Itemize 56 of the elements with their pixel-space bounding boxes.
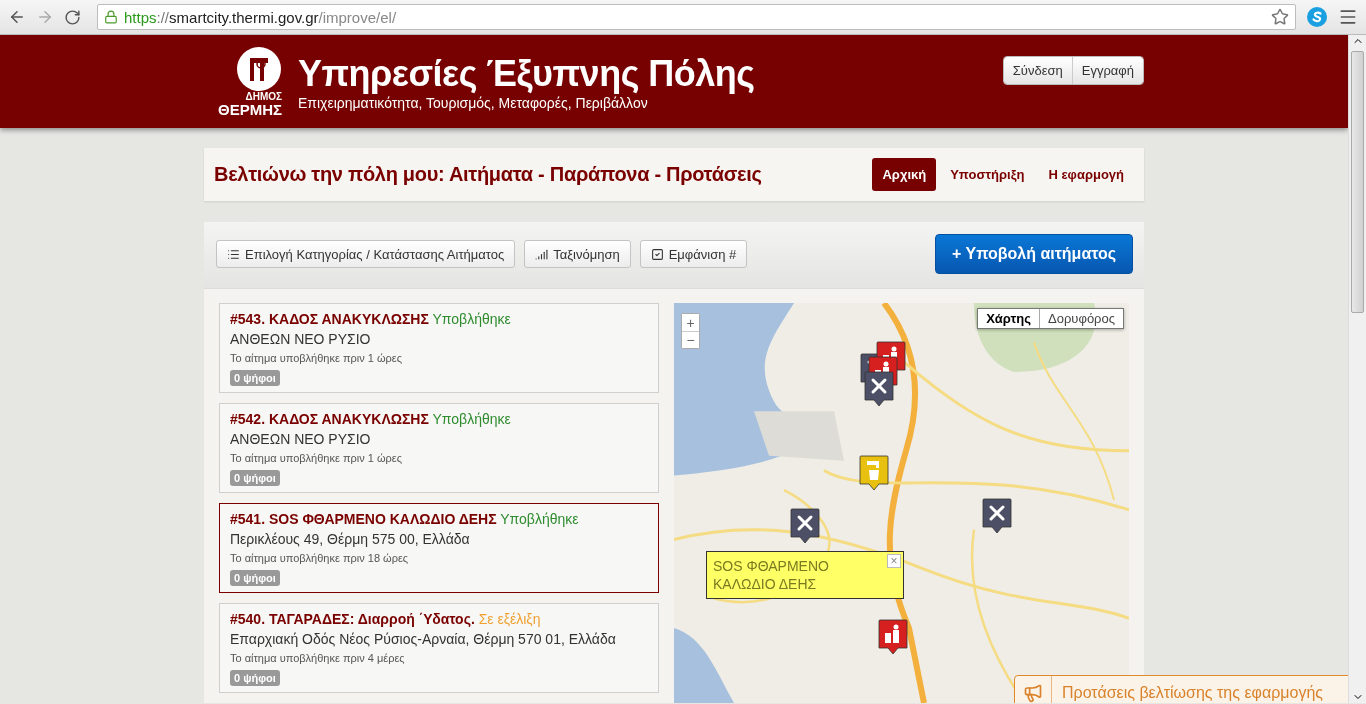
register-button[interactable]: Εγγραφή xyxy=(1071,57,1143,84)
request-time: Το αίτημα υποβλήθηκε πριν 18 ώρες xyxy=(230,551,409,566)
site-subtitle: Επιχειρηματικότητα, Τουρισμός, Μεταφορές, Περιβάλλον xyxy=(298,95,649,112)
nav-tab[interactable]: Υποστήριξη xyxy=(940,158,1035,191)
votes-badge: 0 ψήφοι xyxy=(230,370,280,386)
map-marker-icon[interactable] xyxy=(859,455,889,491)
logo-text: ΔΗΜΟΣ ΘΕΡΜΗΣ xyxy=(218,92,282,117)
skype-icon[interactable] xyxy=(1306,6,1328,28)
login-button[interactable]: Σύνδεση xyxy=(1003,57,1072,84)
request-title: #542. ΚΑΔΟΣ ΑΝΑΚΥΚΛΩΣΗΣ Υποβλήθηκε xyxy=(230,410,511,428)
request-card[interactable]: #541. SOS ΦΘΑΡΜΕΝΟ ΚΑΛΩΔΙΟ ΔΕΗΣ Υποβλήθηκε Περικλέους 49, Θέρμη 575 00, Ελλάδα Το αίτημα υποβλήθηκε πριν 18 ώρες 0 ψήφοι xyxy=(219,503,659,593)
toolbar-button[interactable]: Επιλογή Κατηγορίας / Κατάστασης Αιτήματος xyxy=(216,240,516,268)
megaphone-icon xyxy=(1023,683,1043,703)
request-title: #543. ΚΑΔΟΣ ΑΝΑΚΥΚΛΩΣΗΣ Υποβλήθηκε xyxy=(230,310,511,328)
checkbox-icon xyxy=(650,247,664,261)
request-time: Το αίτημα υποβλήθηκε πριν 1 ώρες xyxy=(230,351,402,366)
toolbar-button[interactable]: Ταξινόμηση xyxy=(524,240,631,268)
request-title: #540. ΤΑΓΑΡΑΔΕΣ: Διαρροή ΄Υδατος. Σε εξέλιξη xyxy=(230,610,541,628)
request-time: Το αίτημα υποβλήθηκε πριν 4 μέρες xyxy=(230,651,405,666)
nav-tab[interactable]: Η εφαρμογή xyxy=(1038,158,1134,191)
site-title: Υπηρεσίες Έξυπνης Πόλης xyxy=(298,53,756,94)
bars-icon xyxy=(535,247,549,261)
request-address: ΑΝΘΕΩΝ ΝΕΟ ΡΥΣΙΟ xyxy=(230,430,371,448)
map-type-button[interactable]: Δορυφόρος xyxy=(1039,309,1123,328)
close-button[interactable]: × xyxy=(887,554,901,568)
request-card[interactable]: #540. ΤΑΓΑΡΑΔΕΣ: Διαρροή ΄Υδατος. Σε εξέλιξη Επαρχιακή Οδός Νέος Ρύσιος-Αρναία, Θέρμη 570 01, Ελλάδα Το αίτημα υποβλήθηκε πριν 4 μέρες 0 ψήφοι xyxy=(219,603,659,693)
page-title: Βελτιώνω την πόλη μου: Αιτήματα - Παράπονα - Προτάσεις xyxy=(214,163,762,186)
votes-badge: 0 ψήφοι xyxy=(230,670,280,686)
scrollbar[interactable] xyxy=(1348,35,1366,703)
votes-badge: 0 ψήφοι xyxy=(230,470,280,486)
request-address: Επαρχιακή Οδός Νέος Ρύσιος-Αρναία, Θέρμη 570 01, Ελλάδα xyxy=(230,630,616,648)
zoom-out-button[interactable]: − xyxy=(682,331,699,348)
marker-cluster-drawing[interactable] xyxy=(860,341,908,407)
votes-badge: 0 ψήφοι xyxy=(230,570,280,586)
request-card[interactable]: #542. ΚΑΔΟΣ ΑΝΑΚΥΚΛΩΣΗΣ Υποβλήθηκε ΑΝΘΕΩΝ ΝΕΟ ΡΥΣΙΟ Το αίτημα υποβλήθηκε πριν 1 ώρες 0 ψήφοι xyxy=(219,403,659,493)
request-address: ΑΝΘΕΩΝ ΝΕΟ ΡΥΣΙΟ xyxy=(230,330,371,348)
logo-icon xyxy=(236,46,282,92)
submit-request-button[interactable]: + Υποβολή αιτήματος xyxy=(935,234,1133,274)
list-icon xyxy=(227,247,240,261)
star-icon[interactable] xyxy=(1271,8,1289,26)
nav-tab[interactable]: Αρχική xyxy=(872,158,937,191)
map-marker-icon[interactable] xyxy=(790,508,820,544)
reload-icon[interactable] xyxy=(64,8,81,26)
back-icon[interactable] xyxy=(8,8,26,26)
lock-icon xyxy=(104,10,118,24)
request-title: #541. SOS ΦΘΑΡΜΕΝΟ ΚΑΛΩΔΙΟ ΔΕΗΣ Υποβλήθηκε xyxy=(230,510,579,528)
popup-text: SOS ΦΘΑΡΜΕΝΟ ΚΑΛΩΔΙΟ ΔΕΗΣ xyxy=(713,558,829,592)
address-bar[interactable]: https://smartcity.thermi.gov.gr/improve/el/ xyxy=(97,4,1296,30)
request-address: Περικλέους 49, Θέρμη 575 00, Ελλάδα xyxy=(230,530,470,548)
map-marker-icon[interactable] xyxy=(982,498,1012,534)
map-type-button[interactable]: Χάρτης xyxy=(978,309,1040,328)
request-time: Το αίτημα υποβλήθηκε πριν 1 ώρες xyxy=(230,451,402,466)
request-card[interactable]: #543. ΚΑΔΟΣ ΑΝΑΚΥΚΛΩΣΗΣ Υποβλήθηκε ΑΝΘΕΩΝ ΝΕΟ ΡΥΣΙΟ Το αίτημα υποβλήθηκε πριν 1 ώρες 0 ψήφοι xyxy=(219,303,659,393)
map-marker-icon[interactable] xyxy=(878,619,908,655)
toolbar-button[interactable]: Εμφάνιση # xyxy=(639,240,748,268)
menu-icon[interactable] xyxy=(1338,7,1358,27)
